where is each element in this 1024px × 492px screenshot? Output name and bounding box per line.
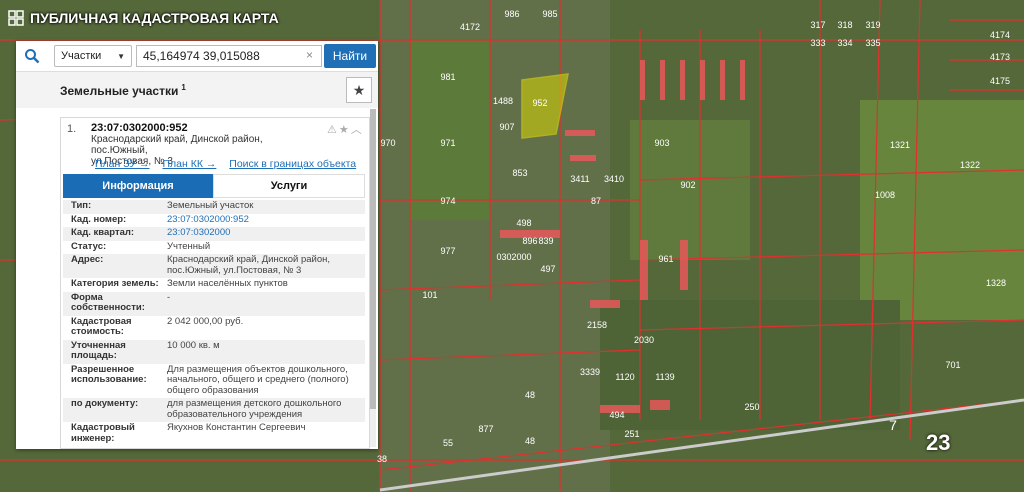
map-label: 497 xyxy=(540,264,555,274)
result-index: 1. xyxy=(67,123,77,135)
map-label: 7 xyxy=(889,417,897,433)
chevron-down-icon: ▼ xyxy=(117,52,125,61)
prop-row: Кадастровая стоимость: 2 042 000,00 руб. xyxy=(71,315,244,337)
map-label: 701 xyxy=(945,360,960,370)
cadastral-block-link[interactable]: 23:07:0302000 xyxy=(167,227,365,239)
cadastral-number-link[interactable]: 23:07:0302000:952 xyxy=(167,214,365,226)
map-label: 902 xyxy=(680,180,695,190)
map-label: 3411 xyxy=(570,174,589,184)
map-label: 3339 xyxy=(580,367,600,377)
map-label: 318 xyxy=(837,20,852,30)
map-label: 1488 xyxy=(493,96,513,106)
map-label: 38 xyxy=(377,454,387,464)
scrollbar-thumb[interactable] xyxy=(370,109,376,409)
plan-kk-link[interactable]: План КК → xyxy=(162,158,216,170)
map-label: 87 xyxy=(591,196,601,206)
map-label: 334 xyxy=(837,38,852,48)
results-count: 1 xyxy=(181,83,186,92)
prop-row: Кад. номер: 23:07:0302000:952 xyxy=(63,214,365,228)
map-label: 2158 xyxy=(587,320,607,330)
plan-zu-link[interactable]: План ЗУ → xyxy=(95,158,150,170)
map-label: 1008 xyxy=(875,190,895,200)
map-label: 3410 xyxy=(604,174,624,184)
map-label: 970 xyxy=(380,138,395,148)
map-label: 4173 xyxy=(990,52,1010,62)
map-label: 48 xyxy=(525,436,535,446)
result-card: 1. 23:07:0302000:952 ⚠★︿ Краснодарский к… xyxy=(60,117,370,449)
find-button[interactable]: Найти xyxy=(324,44,376,68)
result-tabs: Информация Услуги xyxy=(63,174,365,198)
map-label: 101 xyxy=(422,290,437,300)
prop-row: Кад. квартал: 23:07:0302000 xyxy=(63,227,365,241)
map-label: 4174 xyxy=(990,30,1010,40)
map-label: 961 xyxy=(658,254,673,264)
map-label: 896 xyxy=(522,236,537,246)
map-label: 0302000 xyxy=(496,252,531,262)
app-title-text: ПУБЛИЧНАЯ КАДАСТРОВАЯ КАРТА xyxy=(30,10,279,26)
search-icon[interactable] xyxy=(16,41,48,71)
prop-row: Категория земель: Земли населённых пункто… xyxy=(71,278,288,289)
map-label: 977 xyxy=(440,246,455,256)
prop-row: по документу: для размещения детского дош… xyxy=(63,398,365,422)
map-label: 1328 xyxy=(986,278,1006,288)
map-label: 55 xyxy=(443,438,453,448)
map-label: 903 xyxy=(654,138,669,148)
map-label: 971 xyxy=(440,138,455,148)
tab-information[interactable]: Информация xyxy=(63,174,213,198)
map-label: 1321 xyxy=(890,140,910,150)
search-panel: Участки ▼ × Найти Земельные участки1 ★ 1… xyxy=(16,41,378,449)
map-label: 981 xyxy=(440,72,455,82)
map-label: 907 xyxy=(499,122,514,132)
prop-row: Уточненная площадь: 10 000 кв. м xyxy=(63,339,365,364)
search-bar: Участки ▼ × Найти xyxy=(16,41,378,71)
grid-icon[interactable] xyxy=(8,10,24,26)
prop-row: Адрес: Краснодарский край, Динской район,… xyxy=(63,254,365,278)
map-label: 48 xyxy=(525,390,535,400)
map-label: 23 xyxy=(926,430,951,455)
clear-icon[interactable]: × xyxy=(306,48,313,62)
star-icon[interactable]: ★ xyxy=(346,77,372,103)
map-label: 986 xyxy=(504,9,519,19)
search-input[interactable] xyxy=(136,45,322,67)
prop-row: Тип: Земельный участок xyxy=(63,200,365,214)
app-title: ПУБЛИЧНАЯ КАДАСТРОВАЯ КАРТА xyxy=(8,10,279,26)
map-label: 877 xyxy=(478,424,493,434)
map-label: 498 xyxy=(516,218,531,228)
map-label: 250 xyxy=(744,402,759,412)
map-label: 1139 xyxy=(655,372,674,382)
map-label: 853 xyxy=(512,168,527,178)
tab-services[interactable]: Услуги xyxy=(213,174,365,198)
map-label: 952 xyxy=(532,98,547,108)
card-action-icons[interactable]: ⚠★︿ xyxy=(327,121,364,137)
map-label: 974 xyxy=(440,196,455,206)
layer-select-value: Участки xyxy=(61,50,102,62)
prop-row: Кадастровый инженер: Якухнов Константин С… xyxy=(71,422,306,444)
prop-row: Статус: Учтенный xyxy=(71,240,211,252)
map-label: 4175 xyxy=(990,76,1010,86)
prop-row: Разрешенное использование: Для размещения… xyxy=(71,363,349,396)
map-label: 317 xyxy=(810,20,825,30)
map-label: 839 xyxy=(538,236,553,246)
map-label: 4172 xyxy=(460,22,480,32)
prop-row: Форма собственности: - xyxy=(63,291,365,316)
map-label: 1120 xyxy=(615,372,634,382)
map-label: 335 xyxy=(865,38,880,48)
results-header: Земельные участки 1 ★ xyxy=(16,71,378,108)
map-label: 333 xyxy=(810,38,825,48)
map-label: 494 xyxy=(609,410,624,420)
map-label: 2030 xyxy=(634,335,654,345)
map-label: 251 xyxy=(624,429,639,439)
map-label: 1322 xyxy=(960,160,980,170)
cadastral-number[interactable]: 23:07:0302000:952 xyxy=(91,122,188,134)
map-label: 985 xyxy=(542,9,557,19)
layer-select[interactable]: Участки ▼ xyxy=(54,45,132,67)
map-label: 319 xyxy=(865,20,880,30)
properties-table: Тип: Земельный участок Кад. номер: 23:07:0… xyxy=(63,200,365,446)
results-title: Земельные участки 1 xyxy=(60,83,186,98)
